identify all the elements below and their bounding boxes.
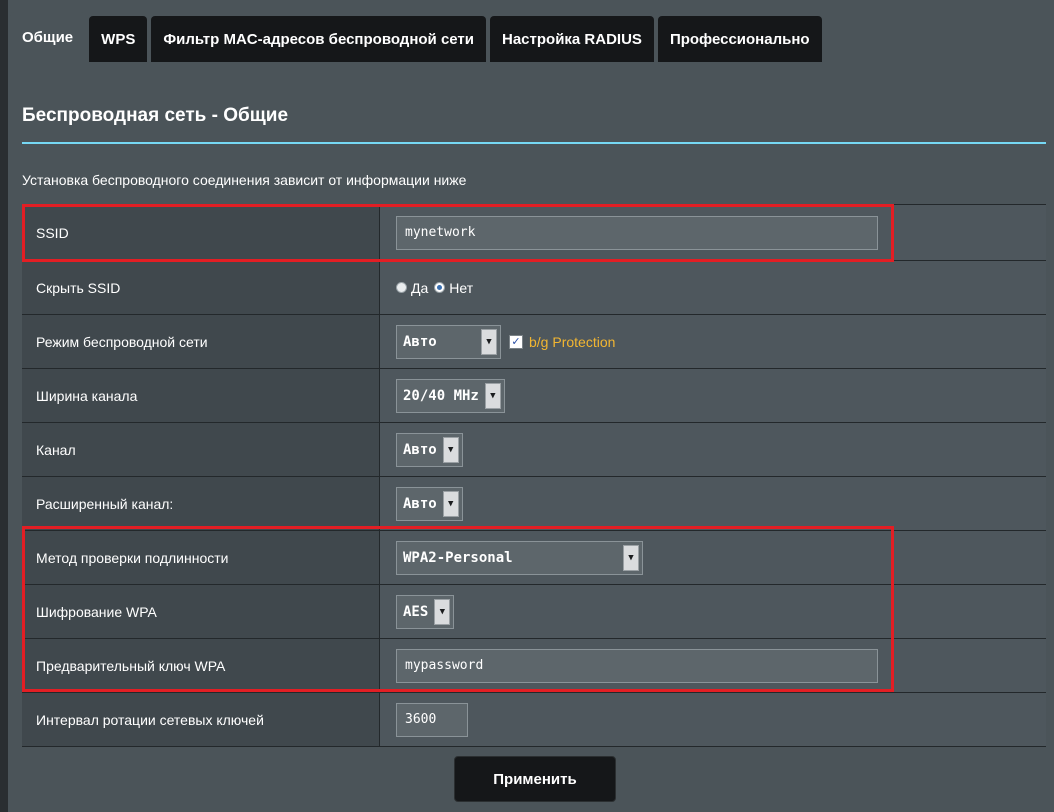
row-key-rotation: Интервал ротации сетевых ключей bbox=[22, 693, 1046, 747]
channel-value: Авто bbox=[403, 441, 437, 458]
channel-select[interactable]: Авто ▼ bbox=[396, 432, 463, 467]
row-channel-width: Ширина канала 20/40 MHz ▼ bbox=[22, 369, 1046, 423]
apply-button[interactable]: Применить bbox=[454, 756, 616, 802]
channel-label: Канал bbox=[22, 423, 380, 476]
channel-width-label: Ширина канала bbox=[22, 369, 380, 422]
row-ssid: SSID bbox=[22, 205, 1046, 261]
extended-channel-select[interactable]: Авто ▼ bbox=[396, 486, 463, 521]
chevron-down-icon: ▼ bbox=[434, 598, 451, 625]
row-hide-ssid: Скрыть SSID Да Нет bbox=[22, 261, 1046, 315]
hide-ssid-yes-radio[interactable]: Да bbox=[396, 280, 428, 296]
row-wpa-encryption: Шифрование WPA AES ▼ bbox=[22, 585, 1046, 639]
settings-panel: Общие WPS Фильтр MAC-адресов беспроводно… bbox=[0, 0, 1054, 812]
left-edge-strip bbox=[0, 0, 8, 812]
channel-width-select[interactable]: 20/40 MHz ▼ bbox=[396, 378, 505, 413]
hide-ssid-no-radio[interactable]: Нет bbox=[434, 280, 473, 296]
auth-method-value: WPA2-Personal bbox=[403, 549, 513, 566]
checkmark-icon: ✓ bbox=[511, 336, 521, 348]
wpa-encryption-value: AES bbox=[403, 603, 429, 620]
wireless-mode-select[interactable]: Авто ▼ bbox=[396, 324, 501, 359]
wpa-encryption-label: Шифрование WPA bbox=[22, 585, 380, 638]
row-wpa-key: Предварительный ключ WPA bbox=[22, 639, 1046, 693]
wireless-mode-label: Режим беспроводной сети bbox=[22, 315, 380, 368]
channel-width-value: 20/40 MHz bbox=[403, 387, 479, 404]
bg-protection-checkbox[interactable]: ✓ bbox=[509, 334, 523, 349]
wireless-mode-value: Авто bbox=[403, 333, 437, 350]
hide-ssid-no-label: Нет bbox=[449, 279, 474, 296]
tab-general[interactable]: Общие bbox=[10, 12, 86, 62]
row-wireless-mode: Режим беспроводной сети Авто ▼ ✓ b/g Pro… bbox=[22, 315, 1046, 369]
bg-protection-label: b/g Protection bbox=[529, 333, 616, 350]
chevron-down-icon: ▼ bbox=[442, 490, 459, 517]
intro-text: Установка беспроводного соединения завис… bbox=[22, 172, 467, 188]
radio-unselected-icon bbox=[396, 282, 407, 293]
ssid-label: SSID bbox=[22, 205, 380, 260]
chevron-down-icon: ▼ bbox=[623, 544, 639, 571]
tab-professional[interactable]: Профессионально bbox=[657, 16, 822, 62]
settings-form: SSID Скрыть SSID Да Нет Режим беспроводн… bbox=[22, 204, 1046, 747]
chevron-down-icon: ▼ bbox=[442, 436, 459, 463]
radio-selected-icon bbox=[434, 282, 446, 293]
form-footer: Применить bbox=[22, 756, 1046, 812]
key-rotation-label: Интервал ротации сетевых ключей bbox=[22, 693, 380, 746]
hide-ssid-yes-label: Да bbox=[411, 279, 429, 296]
row-channel: Канал Авто ▼ bbox=[22, 423, 1046, 477]
chevron-down-icon: ▼ bbox=[484, 382, 501, 409]
tab-radius[interactable]: Настройка RADIUS bbox=[490, 16, 654, 62]
row-extended-channel: Расширенный канал: Авто ▼ bbox=[22, 477, 1046, 531]
auth-method-label: Метод проверки подлинности bbox=[22, 531, 380, 584]
auth-method-select[interactable]: WPA2-Personal ▼ bbox=[396, 540, 643, 575]
chevron-down-icon: ▼ bbox=[481, 328, 497, 355]
hide-ssid-label: Скрыть SSID bbox=[22, 261, 380, 314]
extended-channel-value: Авто bbox=[403, 495, 437, 512]
title-divider bbox=[22, 142, 1046, 144]
tab-bar: Общие WPS Фильтр MAC-адресов беспроводно… bbox=[10, 12, 826, 62]
ssid-input[interactable] bbox=[396, 215, 878, 250]
extended-channel-label: Расширенный канал: bbox=[22, 477, 380, 530]
tab-mac-filter[interactable]: Фильтр MAC-адресов беспроводной сети bbox=[151, 16, 486, 62]
page-title: Беспроводная сеть - Общие bbox=[22, 105, 289, 126]
wpa-encryption-select[interactable]: AES ▼ bbox=[396, 594, 455, 629]
wpa-key-input[interactable] bbox=[396, 648, 878, 683]
key-rotation-input[interactable] bbox=[396, 702, 468, 737]
wpa-key-label: Предварительный ключ WPA bbox=[22, 639, 380, 692]
tab-wps[interactable]: WPS bbox=[89, 16, 148, 62]
row-auth-method: Метод проверки подлинности WPA2-Personal… bbox=[22, 531, 1046, 585]
